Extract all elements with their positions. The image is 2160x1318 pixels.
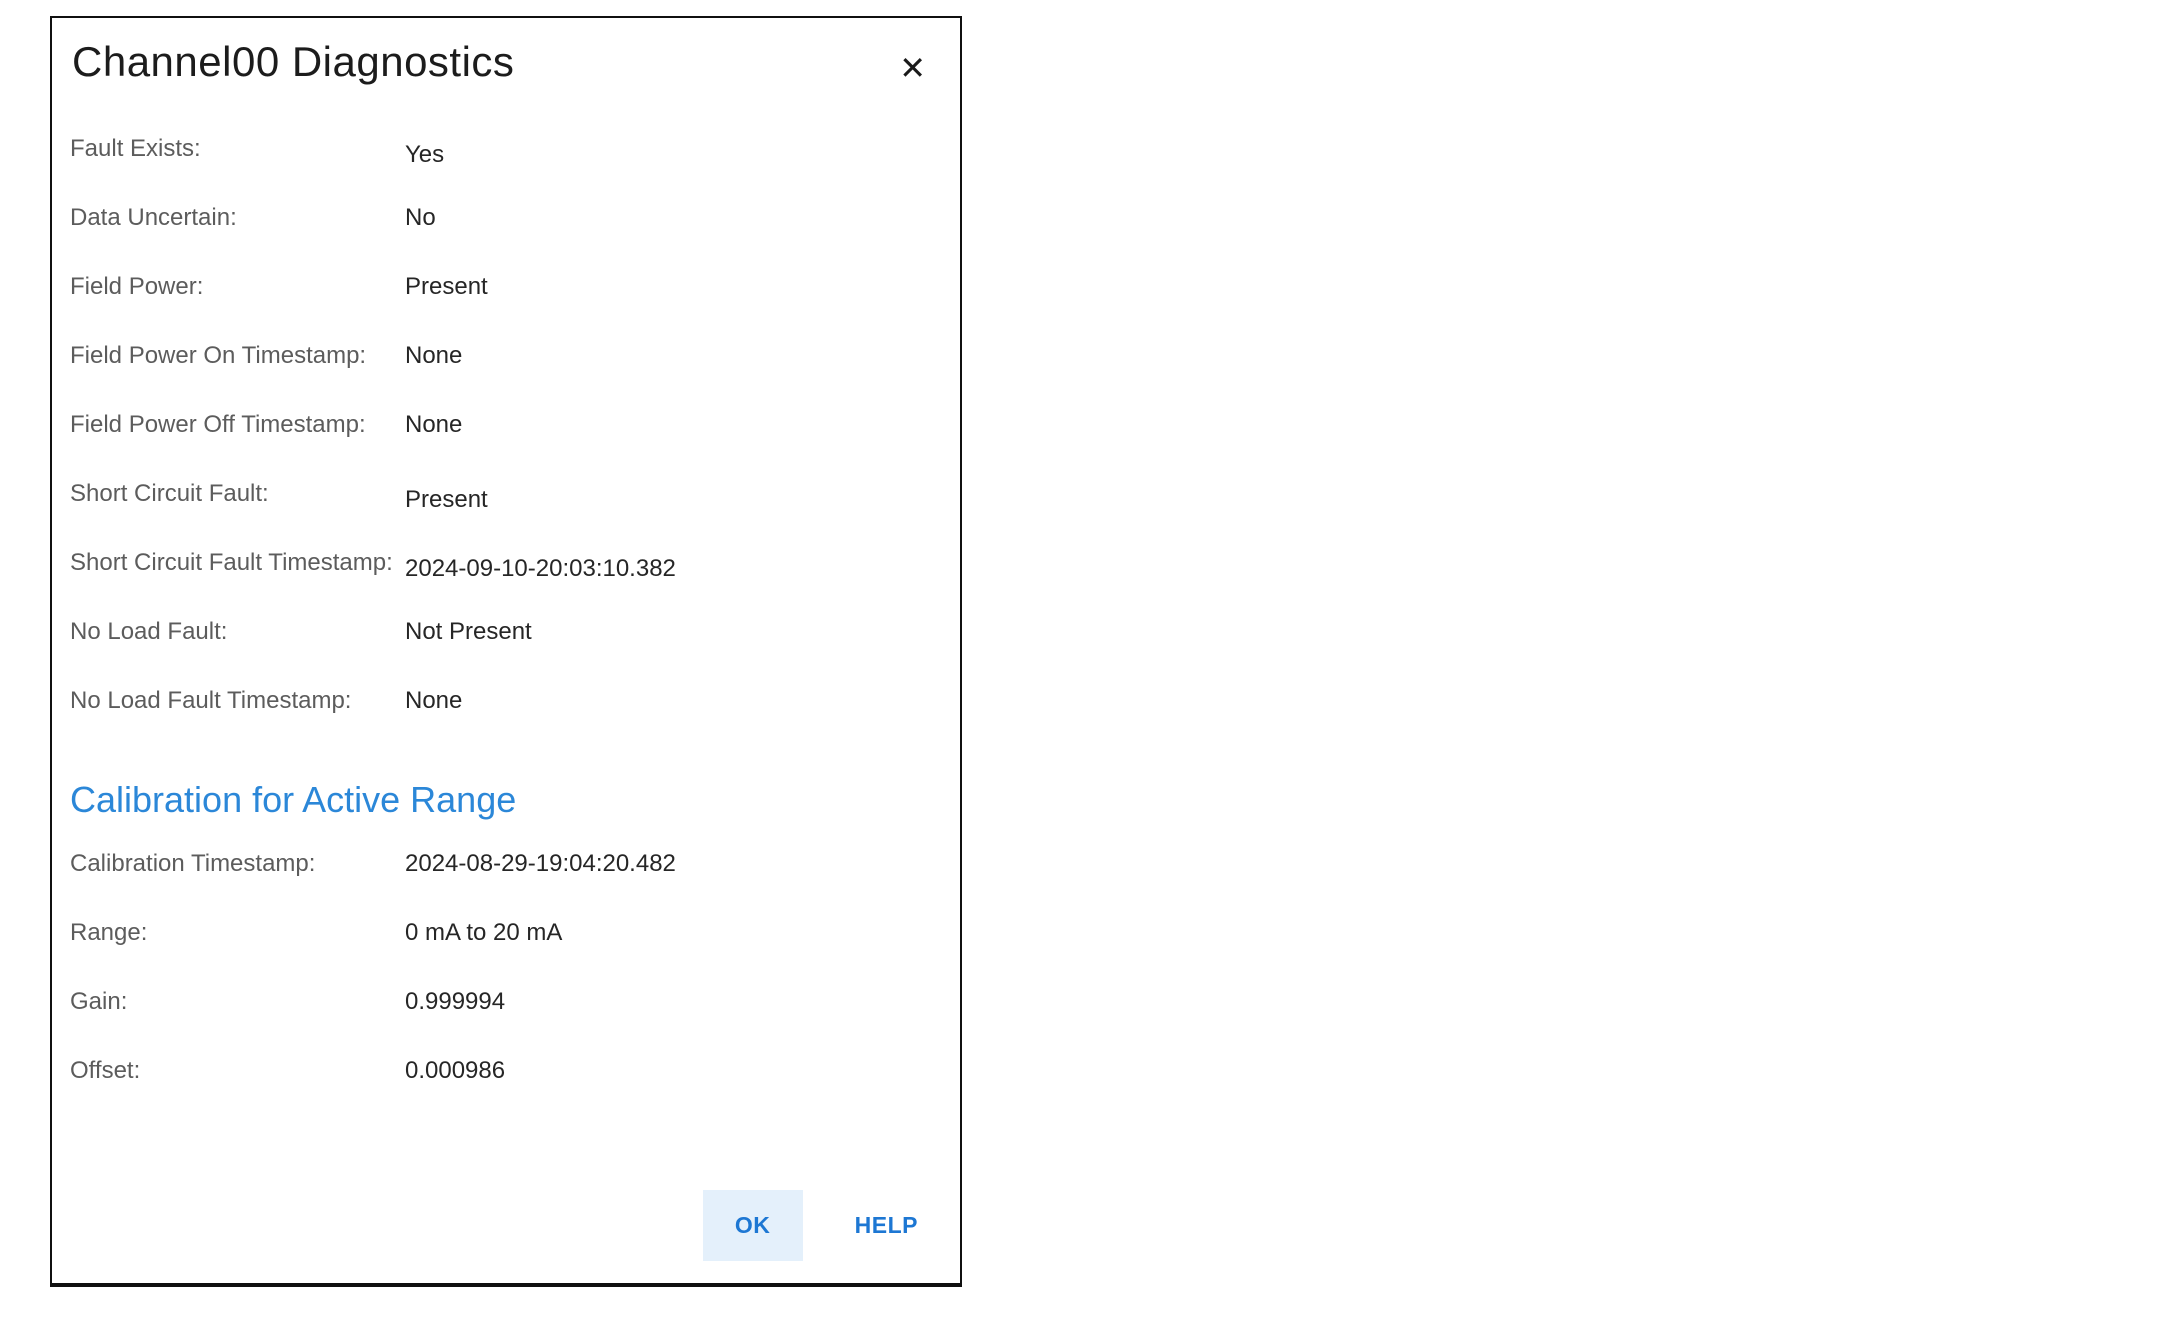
calibration-fields: Calibration Timestamp: 2024-08-29-19:04:… <box>52 829 960 1105</box>
calibration-section-title: Calibration for Active Range <box>52 779 960 821</box>
field-label: Data Uncertain: <box>70 204 405 232</box>
field-value: 0.999994 <box>405 988 505 1016</box>
dialog-title: Channel00 Diagnostics <box>72 38 514 86</box>
field-row-calibration-timestamp: Calibration Timestamp: 2024-08-29-19:04:… <box>70 829 960 898</box>
field-value: No <box>405 204 436 232</box>
field-row-offset: Offset: 0.000986 <box>70 1036 960 1105</box>
field-label: Calibration Timestamp: <box>70 850 405 878</box>
field-value: None <box>405 342 462 370</box>
field-row-data-uncertain: Data Uncertain: No <box>70 183 960 252</box>
close-button[interactable]: ✕ <box>889 46 936 90</box>
field-label: Gain: <box>70 988 405 1016</box>
field-row-range: Range: 0 mA to 20 mA <box>70 898 960 967</box>
close-icon: ✕ <box>899 50 926 86</box>
field-value: 0.000986 <box>405 1057 505 1085</box>
field-value: Not Present <box>405 618 532 646</box>
field-row-field-power-on-timestamp: Field Power On Timestamp: None <box>70 321 960 390</box>
field-label: No Load Fault: <box>70 618 405 646</box>
field-label: Field Power Off Timestamp: <box>70 411 405 439</box>
field-row-field-power: Field Power: Present <box>70 252 960 321</box>
dialog-header: Channel00 Diagnostics ✕ <box>52 18 960 90</box>
diagnostics-fields: Fault Exists: Yes Data Uncertain: No Fie… <box>52 114 960 735</box>
field-value: Yes <box>405 141 444 169</box>
field-row-gain: Gain: 0.999994 <box>70 967 960 1036</box>
field-row-fault-exists: Fault Exists: Yes <box>70 114 960 183</box>
field-value: Present <box>405 273 488 301</box>
diagnostics-dialog: Channel00 Diagnostics ✕ Fault Exists: Ye… <box>50 16 962 1287</box>
field-row-short-circuit-fault-timestamp: Short Circuit Fault Timestamp: 2024-09-1… <box>70 528 960 597</box>
ok-button[interactable]: OK <box>703 1190 803 1261</box>
field-row-no-load-fault-timestamp: No Load Fault Timestamp: None <box>70 666 960 735</box>
dialog-footer-buttons: OK HELP <box>703 1190 918 1261</box>
field-value: 2024-08-29-19:04:20.482 <box>405 850 676 878</box>
field-label: Offset: <box>70 1057 405 1085</box>
field-value: 0 mA to 20 mA <box>405 919 562 947</box>
field-value: Present <box>405 486 488 514</box>
field-value: None <box>405 687 462 715</box>
field-label: Short Circuit Fault Timestamp: <box>70 549 405 577</box>
help-button[interactable]: HELP <box>855 1212 918 1239</box>
field-label: Short Circuit Fault: <box>70 480 405 508</box>
field-label: Field Power On Timestamp: <box>70 342 405 370</box>
field-row-short-circuit-fault: Short Circuit Fault: Present <box>70 459 960 528</box>
field-label: No Load Fault Timestamp: <box>70 687 405 715</box>
field-row-field-power-off-timestamp: Field Power Off Timestamp: None <box>70 390 960 459</box>
field-label: Fault Exists: <box>70 135 405 163</box>
field-value: 2024-09-10-20:03:10.382 <box>405 555 676 583</box>
field-label: Field Power: <box>70 273 405 301</box>
field-value: None <box>405 411 462 439</box>
field-label: Range: <box>70 919 405 947</box>
field-row-no-load-fault: No Load Fault: Not Present <box>70 597 960 666</box>
